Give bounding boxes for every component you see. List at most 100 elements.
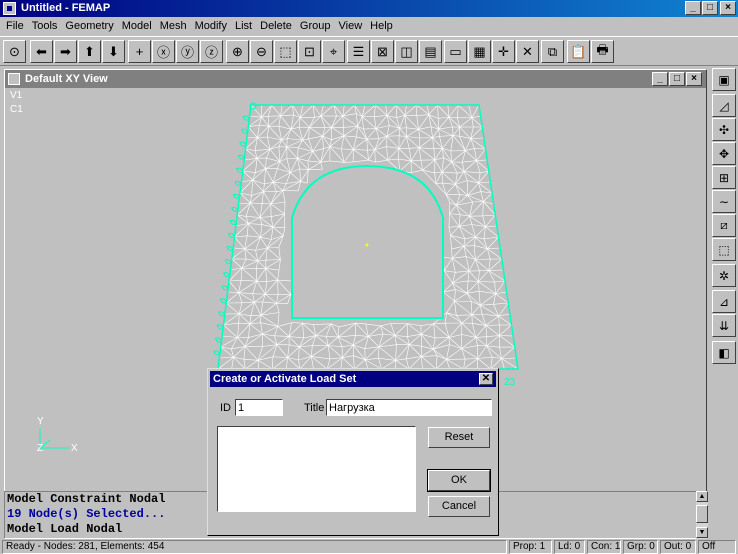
scroll-up-icon[interactable]: ▲: [696, 491, 708, 502]
mesh-edge: [480, 304, 499, 317]
femap-app-icon[interactable]: [3, 2, 16, 15]
rotate-y-icon[interactable]: ⓨ: [176, 40, 199, 63]
arrow-up-icon[interactable]: ⬆: [78, 40, 101, 63]
mesh-edge: [433, 322, 446, 325]
arrow-right-icon[interactable]: ➡: [54, 40, 77, 63]
view-window-icon[interactable]: ◧: [712, 341, 736, 364]
menu-mesh[interactable]: Mesh: [156, 20, 191, 32]
copy-icon[interactable]: ⧉: [541, 40, 564, 63]
mesh-edge: [278, 146, 280, 162]
curve-icon[interactable]: ∼: [712, 190, 736, 213]
mesh-grid-icon[interactable]: ▦: [468, 40, 491, 63]
paste-icon[interactable]: 📋: [567, 40, 590, 63]
view-maximize-button[interactable]: □: [669, 72, 685, 86]
mesh-edge: [386, 146, 388, 161]
menu-list[interactable]: List: [231, 20, 256, 32]
scroll-down-icon[interactable]: ▼: [696, 527, 708, 538]
mesh-edge: [237, 323, 251, 338]
menu-geometry[interactable]: Geometry: [61, 20, 117, 32]
reset-button[interactable]: Reset: [428, 427, 490, 448]
save-icon[interactable]: ▣: [712, 68, 736, 91]
cancel-button[interactable]: Cancel: [428, 496, 490, 517]
surface-icon[interactable]: ▤: [419, 40, 442, 63]
mesh-edge: [438, 126, 453, 130]
scroll-thumb[interactable]: [696, 505, 708, 523]
mesh-edge: [363, 129, 367, 140]
layers-icon[interactable]: ☰: [347, 40, 370, 63]
mesh-edge: [466, 293, 481, 306]
window-icon[interactable]: ▭: [444, 40, 467, 63]
mesh-edge: [444, 258, 453, 271]
surface-icon[interactable]: ⧄: [712, 214, 736, 237]
mesh-edge: [342, 115, 358, 127]
mesh-edge: [267, 126, 269, 138]
mesh-edge: [353, 159, 369, 163]
menu-model[interactable]: Model: [118, 20, 156, 32]
mesh-edge: [444, 270, 453, 284]
mesh-edge: [395, 344, 410, 361]
fit-view-icon[interactable]: ⊡: [298, 40, 321, 63]
mesh-edge: [459, 194, 468, 196]
constraint-marker: [213, 350, 221, 356]
menu-tools[interactable]: Tools: [28, 20, 62, 32]
constraint-icon[interactable]: ⊿: [712, 290, 736, 313]
dialog-close-button[interactable]: ✕: [479, 373, 493, 385]
mesh-edge: [331, 127, 345, 137]
mesh-edge: [454, 300, 473, 316]
print-icon[interactable]: 🖶: [591, 40, 614, 63]
mesh-edge: [352, 335, 356, 346]
select-icon[interactable]: ⊙: [3, 40, 26, 63]
constraint-marker: [231, 206, 239, 212]
center-icon[interactable]: ⌖: [322, 40, 345, 63]
mesh-edge: [282, 190, 286, 203]
load-icon[interactable]: ⇊: [712, 314, 736, 337]
rotate-x-icon[interactable]: ⓧ: [152, 40, 175, 63]
minimize-button[interactable]: _: [685, 1, 701, 15]
load-set-list[interactable]: [217, 426, 416, 512]
mesh-edge: [250, 202, 261, 218]
menu-view[interactable]: View: [335, 20, 367, 32]
zoom-box-icon[interactable]: ⬚: [274, 40, 297, 63]
element-add-icon[interactable]: ⊞: [712, 166, 736, 189]
arrow-left-icon[interactable]: ⬅: [30, 40, 53, 63]
arrow-down-icon[interactable]: ⬇: [102, 40, 125, 63]
node-icon[interactable]: ✣: [712, 118, 736, 141]
zoom-in-icon[interactable]: ⊕: [226, 40, 249, 63]
menu-modify[interactable]: Modify: [191, 20, 231, 32]
close-button[interactable]: ×: [720, 1, 736, 15]
point-icon[interactable]: ◿: [712, 94, 736, 117]
mesh-edge: [452, 135, 466, 151]
mesh-edge: [367, 149, 375, 151]
menu-delete[interactable]: Delete: [256, 20, 296, 32]
mesh-edge: [356, 113, 358, 127]
menu-group[interactable]: Group: [296, 20, 335, 32]
mesh-edge: [456, 314, 472, 316]
close-x-icon[interactable]: ✕: [516, 40, 539, 63]
id-input[interactable]: [235, 399, 283, 416]
mesh-edge: [471, 104, 480, 118]
mesh-edge: [256, 268, 266, 270]
mesh-edge: [432, 337, 436, 350]
menu-file[interactable]: File: [2, 20, 28, 32]
plus-icon[interactable]: +: [128, 40, 151, 63]
mesh-edge: [254, 301, 262, 316]
ok-button[interactable]: OK: [427, 469, 491, 492]
element-icon[interactable]: ⊠: [371, 40, 394, 63]
solid-icon[interactable]: ◫: [395, 40, 418, 63]
messages-scrollbar[interactable]: ▲ ▼: [696, 491, 708, 539]
solid-icon[interactable]: ⬚: [712, 238, 736, 261]
mesh-edge: [455, 184, 468, 196]
title-input[interactable]: [326, 399, 492, 416]
menu-help[interactable]: Help: [366, 20, 397, 32]
maximize-button[interactable]: □: [702, 1, 718, 15]
rotate-z-icon[interactable]: ⓩ: [200, 40, 223, 63]
crosshair-icon[interactable]: ✛: [492, 40, 515, 63]
zoom-out-icon[interactable]: ⊖: [250, 40, 273, 63]
view-window-icon[interactable]: [8, 73, 20, 85]
mesh-icon[interactable]: ✲: [712, 264, 736, 287]
mesh-edge: [438, 116, 449, 119]
node-move-icon[interactable]: ✥: [712, 142, 736, 165]
view-close-button[interactable]: ×: [686, 72, 702, 86]
view-minimize-button[interactable]: _: [652, 72, 668, 86]
mesh-edge: [462, 160, 477, 163]
